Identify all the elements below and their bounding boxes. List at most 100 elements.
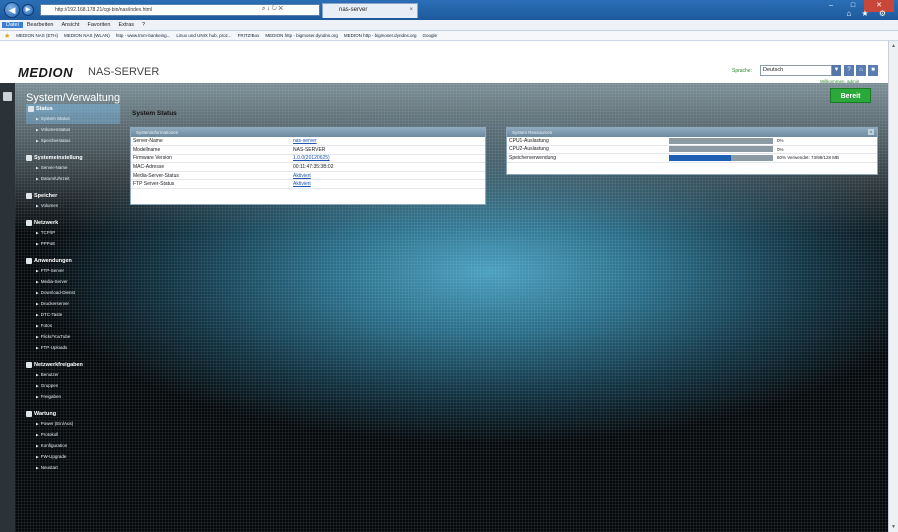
menu-bar: Datei Bearbeiten Ansicht Favoriten Extra…: [0, 20, 898, 31]
sidebar-item[interactable]: Media-Server: [26, 276, 120, 287]
system-resources-panel: System Ressourcen x CPU1-Auslastung 0% CPU…: [506, 127, 878, 175]
sidebar: StatusSystem StatusVolumenstatusSpeicher…: [26, 104, 120, 480]
menu-help[interactable]: ?: [138, 22, 149, 28]
sidebar-item[interactable]: PPPoE: [26, 238, 120, 249]
info-label: Firmware Version: [131, 154, 291, 164]
minimize-button[interactable]: –: [820, 0, 842, 12]
info-label: Media-Server-Status: [131, 171, 291, 181]
sidebar-group-header[interactable]: Anwendungen: [26, 256, 120, 265]
forward-icon[interactable]: ▶: [22, 4, 34, 16]
browser-titlebar: ◀ ▶ http://192.168.178.21/cgi-bin/nas/in…: [0, 0, 898, 20]
scroll-up-icon[interactable]: ▲: [891, 43, 896, 49]
menu-file[interactable]: Datei: [2, 22, 23, 28]
menu-favorites[interactable]: Favoriten: [84, 22, 115, 28]
address-controls[interactable]: ⌕ ↓ ↻ ✕: [262, 4, 283, 14]
sidebar-item[interactable]: Gruppen: [26, 380, 120, 391]
favorite-link[interactable]: MEDION NAS (ETH): [16, 33, 58, 38]
table-row: Modellname NAS-SERVER: [131, 145, 485, 155]
menu-tools[interactable]: Extras: [114, 22, 138, 28]
sidebar-item[interactable]: System Status: [26, 113, 120, 124]
info-value[interactable]: Aktiviert: [291, 171, 485, 181]
page-scrollbar[interactable]: ▲ ▼: [888, 41, 898, 532]
sidebar-item[interactable]: FTP-Server: [26, 265, 120, 276]
info-value[interactable]: 1.0.0(20120625): [291, 154, 485, 164]
info-value[interactable]: nas-server: [291, 137, 485, 147]
resource-value: 0%: [777, 146, 784, 152]
system-icon[interactable]: [3, 92, 12, 101]
usage-bar: [669, 154, 773, 161]
help-icon[interactable]: ?: [844, 65, 854, 76]
sidebar-item[interactable]: Freigaben: [26, 391, 120, 402]
sidebar-group-label: Speicher: [34, 192, 58, 199]
sidebar-item[interactable]: Server-Name: [26, 162, 120, 173]
close-icon[interactable]: x: [868, 129, 874, 135]
sidebar-item[interactable]: Datum/Uhrzeit: [26, 173, 120, 184]
resource-label: CPU1-Auslastung: [509, 137, 549, 144]
info-value: NAS-SERVER: [291, 145, 485, 155]
sidebar-item[interactable]: DTC-Taste: [26, 309, 120, 320]
sidebar-group-header[interactable]: Status: [26, 104, 120, 113]
home-icon[interactable]: ⌂: [856, 65, 866, 76]
group-icon: [28, 105, 34, 112]
logout-icon[interactable]: ■: [868, 65, 878, 76]
sidebar-group-label: Anwendungen: [34, 257, 72, 264]
sidebar-group-label: Systemeinstellung: [34, 154, 83, 161]
sidebar-item[interactable]: Druckerserver: [26, 298, 120, 309]
sidebar-item[interactable]: FW-Upgrade: [26, 451, 120, 462]
favorite-link[interactable]: MEDION NAS (WLAN): [64, 33, 110, 38]
favorite-link[interactable]: FRITZ!Box: [238, 33, 260, 38]
sidebar-group: SystemeinstellungServer-NameDatum/Uhrzei…: [26, 153, 120, 184]
sidebar-item[interactable]: Volumenstatus: [26, 124, 120, 135]
back-icon[interactable]: ◀: [4, 2, 20, 18]
sidebar-item[interactable]: Fotos: [26, 320, 120, 331]
language-label: Sprache:: [732, 68, 753, 74]
sidebar-item[interactable]: Power (Ein/Aus): [26, 418, 120, 429]
favorite-link[interactable]: http - www.tmm-bankeing...: [116, 33, 171, 38]
sidebar-item[interactable]: Benutzer: [26, 369, 120, 380]
favorite-link[interactable]: Google: [422, 33, 437, 38]
sidebar-group-header[interactable]: Speicher: [26, 191, 120, 200]
sidebar-item[interactable]: Volumen: [26, 200, 120, 211]
sidebar-group-header[interactable]: Wartung: [26, 409, 120, 418]
info-label: MAC-Adresse: [131, 162, 291, 172]
browser-toolbar-icons[interactable]: ⌂ ★ ⚙: [846, 9, 890, 18]
group-icon: [26, 257, 32, 264]
group-icon: [26, 154, 32, 161]
menu-view[interactable]: Ansicht: [57, 22, 83, 28]
sidebar-group-header[interactable]: Systemeinstellung: [26, 153, 120, 162]
usage-bar-fill: [669, 154, 732, 161]
language-select[interactable]: Deutsch: [760, 65, 832, 76]
usage-bar: [669, 146, 773, 153]
tab-close-icon[interactable]: ×: [409, 4, 413, 17]
browser-tab[interactable]: nas-server ×: [322, 3, 418, 18]
page-title: System Status: [132, 110, 177, 117]
sidebar-group-label: Wartung: [34, 410, 57, 417]
menu-edit[interactable]: Bearbeiten: [23, 22, 58, 28]
sidebar-item[interactable]: Speicherstatus: [26, 135, 120, 146]
resource-value: 0%: [777, 138, 784, 144]
info-label: Server-Name: [131, 137, 291, 147]
resource-row: CPU1-Auslastung 0%: [507, 137, 877, 146]
favorite-link[interactable]: MEDION http - bigmoser.dyndns.org: [265, 33, 338, 38]
main-area: System/Verwaltung Bereit StatusSystem St…: [0, 83, 888, 532]
favorites-star-icon[interactable]: ★: [4, 32, 10, 40]
table-row: MAC-Adresse 00:11:47:35:3B:02: [131, 162, 485, 172]
favorite-link[interactable]: MEDION http - bigmoser.dyndns.org: [344, 33, 417, 38]
info-value[interactable]: Aktiviert: [291, 179, 485, 190]
status-badge[interactable]: Bereit: [830, 88, 871, 103]
sidebar-item[interactable]: FTP-Uploads: [26, 342, 120, 353]
chevron-down-icon[interactable]: ▼: [832, 65, 841, 76]
sidebar-item[interactable]: Download-Dienst: [26, 287, 120, 298]
scroll-down-icon[interactable]: ▼: [891, 524, 896, 530]
resource-row: CPU2-Auslastung 0%: [507, 146, 877, 155]
sidebar-group-header[interactable]: Netzwerkfreigaben: [26, 360, 120, 369]
left-rail: [0, 83, 15, 532]
sidebar-item[interactable]: Flickr/YouTube: [26, 331, 120, 342]
sidebar-item[interactable]: Konfiguration: [26, 440, 120, 451]
sidebar-item[interactable]: Protokoll: [26, 429, 120, 440]
favorite-link[interactable]: Linux und UNIX hub, proz...: [176, 33, 231, 38]
sidebar-item[interactable]: Neustart: [26, 462, 120, 473]
sidebar-item[interactable]: TCP/IP: [26, 227, 120, 238]
sidebar-group: NetzwerkTCP/IPPPPoE: [26, 218, 120, 249]
sidebar-group-header[interactable]: Netzwerk: [26, 218, 120, 227]
